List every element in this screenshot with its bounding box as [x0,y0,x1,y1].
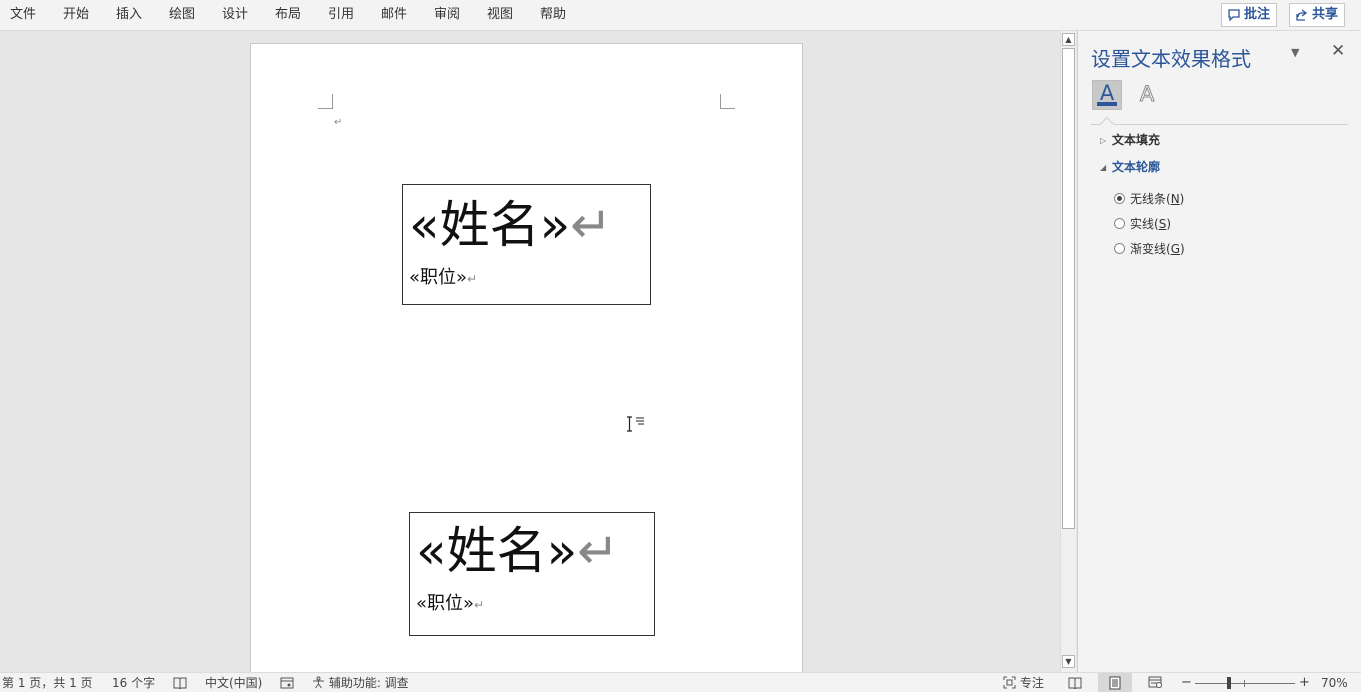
text-effects-icon: A [1139,82,1155,107]
expand-triangle-icon: ▷ [1100,136,1107,145]
radio-button[interactable] [1114,243,1125,254]
tab-help[interactable]: 帮助 [538,0,568,30]
tab-home[interactable]: 开始 [61,0,91,30]
radio-button[interactable] [1114,218,1125,229]
comments-label: 批注 [1244,7,1271,22]
document-page[interactable]: ↵ «姓名»↵ «职位»↵ «姓名»↵ «职位»↵ [250,43,803,672]
share-button[interactable]: 共享 [1289,3,1346,27]
tab-references[interactable]: 引用 [326,0,356,30]
merge-field-position[interactable]: «职位»↵ [409,263,477,289]
section-text-outline[interactable]: ◢ 文本轮廓 [1100,158,1160,175]
tab-review[interactable]: 审阅 [432,0,462,30]
merge-field-name[interactable]: «姓名»↵ [416,521,619,581]
collapse-triangle-icon: ◢ [1100,163,1107,172]
share-icon [1296,9,1308,21]
tab-design[interactable]: 设计 [220,0,250,30]
word-window: 文件 开始 插入 绘图 设计 布局 引用 邮件 审阅 视图 帮助 批注 共享 ↵… [0,0,1361,692]
label-text-box[interactable]: «姓名»↵ «职位»↵ [402,184,651,305]
web-layout-icon[interactable] [1148,676,1163,690]
format-text-effects-pane: 设置文本效果格式 ▼ ✕ A A ▷ 文本填充 ◢ 文本轮廓 无线条(N) 实线(S… [1077,31,1361,672]
tab-insert[interactable]: 插入 [114,0,144,30]
pane-title: 设置文本效果格式 [1091,47,1251,71]
status-bar: 第 1 页，共 1 页 16 个字 中文(中国) 辅助功能: 调查 专注 − +… [0,672,1361,692]
text-fill-outline-tab[interactable]: A [1092,80,1122,110]
comment-icon [1228,9,1240,21]
read-mode-icon[interactable] [1068,676,1082,690]
zoom-slider-thumb[interactable] [1227,677,1231,689]
radio-gradient-line[interactable]: 渐变线(G) [1114,240,1185,257]
radio-solid-line[interactable]: 实线(S) [1114,215,1171,232]
merge-field-position[interactable]: «职位»↵ [416,589,484,615]
paragraph-mark: ↵ [334,117,343,128]
scroll-thumb[interactable] [1062,48,1075,529]
radio-button[interactable] [1114,193,1125,204]
macro-record-icon[interactable] [280,676,294,690]
close-icon[interactable]: ✕ [1331,41,1345,61]
zoom-out-button[interactable]: − [1181,676,1192,690]
print-layout-icon [1109,676,1121,690]
pane-divider [1091,124,1348,125]
margin-corner-top-right [720,94,735,109]
accessibility-status[interactable]: 辅助功能: 调查 [312,676,409,690]
merge-field-name[interactable]: «姓名»↵ [409,195,612,255]
tab-mailings[interactable]: 邮件 [379,0,409,30]
document-canvas[interactable]: ↵ «姓名»↵ «职位»↵ «姓名»↵ «职位»↵ [0,31,1060,672]
zoom-in-button[interactable]: + [1299,676,1310,690]
radio-no-line[interactable]: 无线条(N) [1114,190,1184,207]
print-layout-view-button[interactable] [1098,673,1132,692]
comments-button[interactable]: 批注 [1221,3,1278,27]
tab-file[interactable]: 文件 [8,0,38,30]
tab-view[interactable]: 视图 [485,0,515,30]
word-count[interactable]: 16 个字 [112,676,155,690]
scroll-up-arrow-icon[interactable]: ▲ [1062,33,1075,46]
tab-layout[interactable]: 布局 [273,0,303,30]
text-effects-tab[interactable]: A [1132,80,1162,110]
focus-mode-button[interactable]: 专注 [1003,676,1044,690]
zoom-level[interactable]: 70% [1321,676,1348,690]
label-text-box[interactable]: «姓名»↵ «职位»↵ [409,512,655,636]
ribbon-tab-bar: 文件 开始 插入 绘图 设计 布局 引用 邮件 审阅 视图 帮助 批注 共享 [0,0,1361,31]
ibeam-cursor-icon [627,416,644,432]
share-label: 共享 [1312,7,1339,22]
page-count[interactable]: 第 1 页，共 1 页 [2,676,93,690]
focus-icon [1003,676,1016,689]
scroll-down-arrow-icon[interactable]: ▼ [1062,655,1075,668]
language-indicator[interactable]: 中文(中国) [205,676,262,690]
zoom-slider[interactable] [1195,683,1295,684]
margin-corner-top-left [318,94,333,109]
vertical-scrollbar[interactable]: ▲ ▼ [1060,31,1076,672]
section-text-fill[interactable]: ▷ 文本填充 [1100,131,1160,148]
tab-draw[interactable]: 绘图 [167,0,197,30]
proofing-book-icon[interactable] [173,676,187,690]
pane-options-dropdown-icon[interactable]: ▼ [1291,46,1299,59]
accessibility-icon [313,676,324,689]
